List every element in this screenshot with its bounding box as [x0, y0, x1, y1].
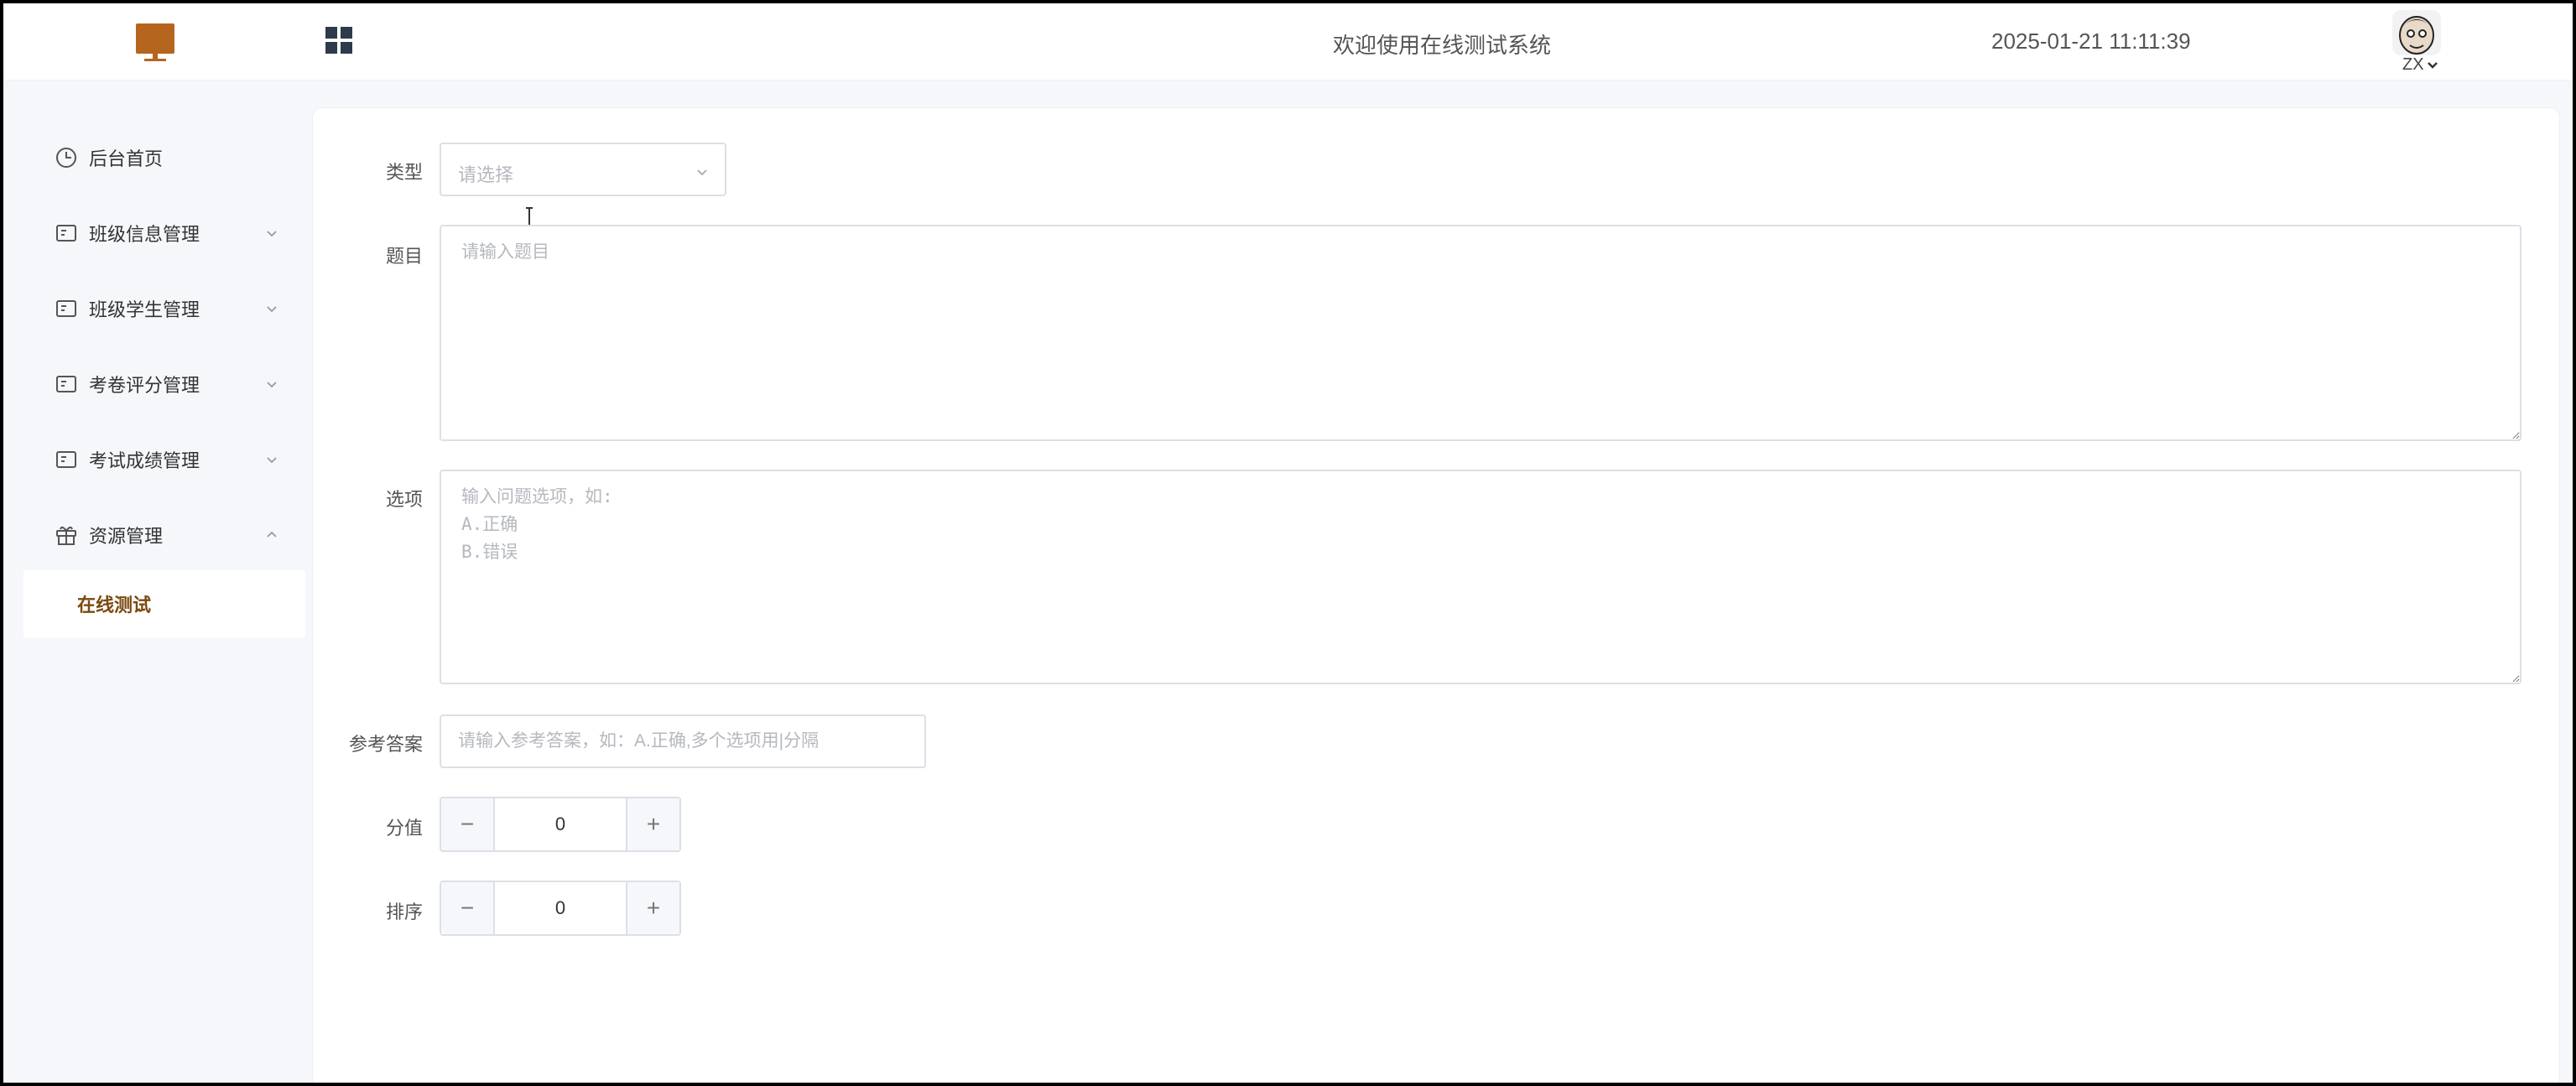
score-label: 分值: [385, 818, 423, 839]
sidebar-item-exam-scores[interactable]: 考试成绩管理: [3, 426, 305, 493]
chevron-down-icon: [2427, 61, 2438, 69]
answer-input[interactable]: [440, 714, 926, 768]
card-icon: [56, 225, 76, 242]
user-name: ZX: [2402, 55, 2424, 74]
sidebar-item-label: 考卷评分管理: [89, 375, 200, 396]
sidebar-item-label: 考试成绩管理: [89, 450, 200, 471]
card-icon: [56, 376, 76, 392]
sidebar-item-class-students[interactable]: 班级学生管理: [3, 275, 305, 342]
chevron-down-icon: [267, 457, 277, 464]
type-select-placeholder: 请选择: [458, 164, 514, 185]
chevron-down-icon: [267, 382, 277, 388]
question-textarea[interactable]: [440, 225, 2521, 441]
avatar[interactable]: [2392, 10, 2441, 55]
order-stepper: − 0 +: [440, 881, 681, 936]
top-header: 欢迎使用在线测试系统 2025-01-21 11:11:39 ZX: [3, 3, 2573, 81]
card-icon: [56, 451, 76, 468]
sidebar-item-label: 后台首页: [89, 148, 164, 169]
monitor-icon[interactable]: [134, 22, 176, 64]
sidebar-item-paper-grading[interactable]: 考卷评分管理: [3, 351, 305, 418]
order-increment-button[interactable]: +: [626, 882, 679, 934]
user-menu[interactable]: ZX: [2402, 55, 2438, 75]
sidebar: 后台首页 班级信息管理 班级学生管理 考卷评分管理 考试成绩管理 资源管理 在线…: [3, 81, 305, 1083]
score-decrement-button[interactable]: −: [441, 798, 495, 850]
sidebar-subitem-online-test[interactable]: 在线测试: [23, 570, 305, 637]
score-stepper: − 0 +: [440, 797, 681, 852]
card-icon: [56, 300, 76, 317]
chevron-down-icon: [697, 169, 707, 176]
current-datetime: 2025-01-21 11:11:39: [1991, 29, 2191, 54]
chevron-down-icon: [267, 306, 277, 313]
app-window: 欢迎使用在线测试系统 2025-01-21 11:11:39 ZX 后台首页 班…: [0, 0, 2576, 1086]
order-decrement-button[interactable]: −: [441, 882, 495, 934]
type-label: 类型: [385, 162, 423, 183]
score-value[interactable]: 0: [495, 798, 626, 850]
sidebar-item-label: 班级信息管理: [89, 224, 200, 245]
sidebar-subitem-label: 在线测试: [77, 595, 152, 616]
welcome-title: 欢迎使用在线测试系统: [1332, 33, 1551, 58]
gift-icon: [56, 526, 76, 545]
order-value[interactable]: 0: [495, 882, 626, 934]
options-label: 选项: [385, 489, 423, 510]
type-select[interactable]: 请选择: [440, 143, 726, 196]
sidebar-item-dashboard[interactable]: 后台首页: [3, 124, 305, 191]
options-textarea[interactable]: [440, 470, 2521, 684]
chevron-down-icon: [267, 231, 277, 237]
chevron-up-icon: [267, 531, 277, 538]
sidebar-item-label: 班级学生管理: [89, 299, 200, 320]
sidebar-item-label: 资源管理: [89, 526, 164, 547]
sidebar-item-resources[interactable]: 资源管理: [3, 501, 305, 569]
clock-icon: [56, 148, 76, 168]
score-increment-button[interactable]: +: [626, 798, 679, 850]
answer-label: 参考答案: [348, 734, 423, 755]
sidebar-item-class-info[interactable]: 班级信息管理: [3, 200, 305, 267]
question-label: 题目: [385, 246, 423, 267]
grid-icon[interactable]: [324, 25, 354, 55]
order-label: 排序: [385, 902, 423, 922]
